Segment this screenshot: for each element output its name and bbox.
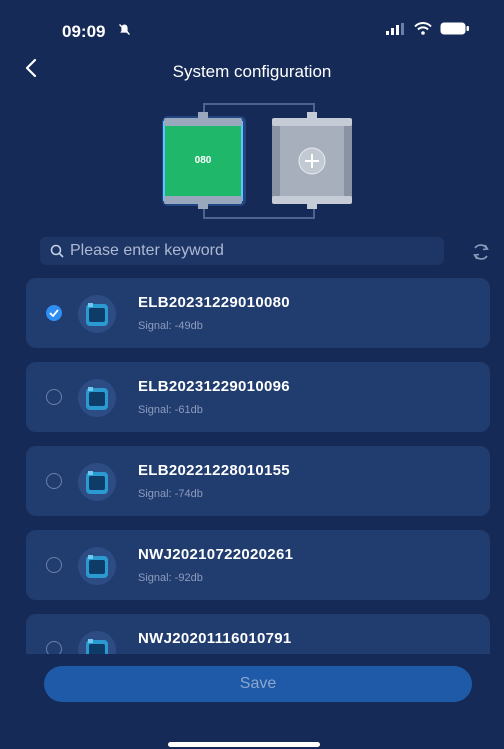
nav-bar: System configuration (0, 56, 504, 92)
device-card[interactable]: NWJ20201116010791 (26, 614, 490, 654)
device-name: NWJ20201116010791 (138, 630, 292, 647)
bell-off-icon (118, 23, 131, 39)
device-card[interactable]: ELB20221228010155 Signal: -74db (26, 446, 490, 516)
cellular-signal-icon (386, 22, 406, 40)
device-name: ELB20231229010080 (138, 294, 290, 311)
save-button[interactable]: Save (44, 666, 472, 702)
device-name: ELB20221228010155 (138, 462, 290, 479)
status-time: 09:09 (62, 22, 106, 41)
battery-status-icon (440, 22, 470, 40)
device-name: ELB20231229010096 (138, 378, 290, 395)
radio-checked[interactable] (46, 305, 62, 321)
add-battery-icon[interactable] (299, 148, 325, 174)
battery-diagram: 080 (150, 98, 370, 226)
search-icon (50, 244, 64, 258)
device-name: NWJ20210722020261 (138, 546, 294, 563)
status-bar: 09:09 (0, 0, 504, 56)
device-signal: Signal: -74db (138, 488, 203, 500)
battery-label: 080 (194, 155, 212, 166)
device-signal: Signal: -61db (138, 404, 203, 416)
device-icon (78, 463, 116, 501)
radio-unchecked[interactable] (46, 389, 62, 405)
wifi-icon (414, 22, 432, 40)
device-icon (78, 547, 116, 585)
device-list: ELB20231229010080 Signal: -49db ELB20231… (26, 278, 490, 654)
device-signal: Signal: -92db (138, 572, 203, 584)
device-signal: Signal: -49db (138, 320, 203, 332)
radio-unchecked[interactable] (46, 641, 62, 654)
device-icon (78, 379, 116, 417)
device-card[interactable]: NWJ20210722020261 Signal: -92db (26, 530, 490, 600)
device-card[interactable]: ELB20231229010080 Signal: -49db (26, 278, 490, 348)
device-icon (78, 631, 116, 654)
search-input[interactable] (68, 241, 432, 261)
home-indicator (168, 742, 320, 747)
radio-unchecked[interactable] (46, 557, 62, 573)
search-bar (40, 237, 444, 265)
refresh-icon[interactable] (470, 241, 492, 263)
device-icon (78, 295, 116, 333)
page-title: System configuration (172, 62, 332, 81)
radio-unchecked[interactable] (46, 473, 62, 489)
device-card[interactable]: ELB20231229010096 Signal: -61db (26, 362, 490, 432)
status-icons (386, 22, 470, 40)
